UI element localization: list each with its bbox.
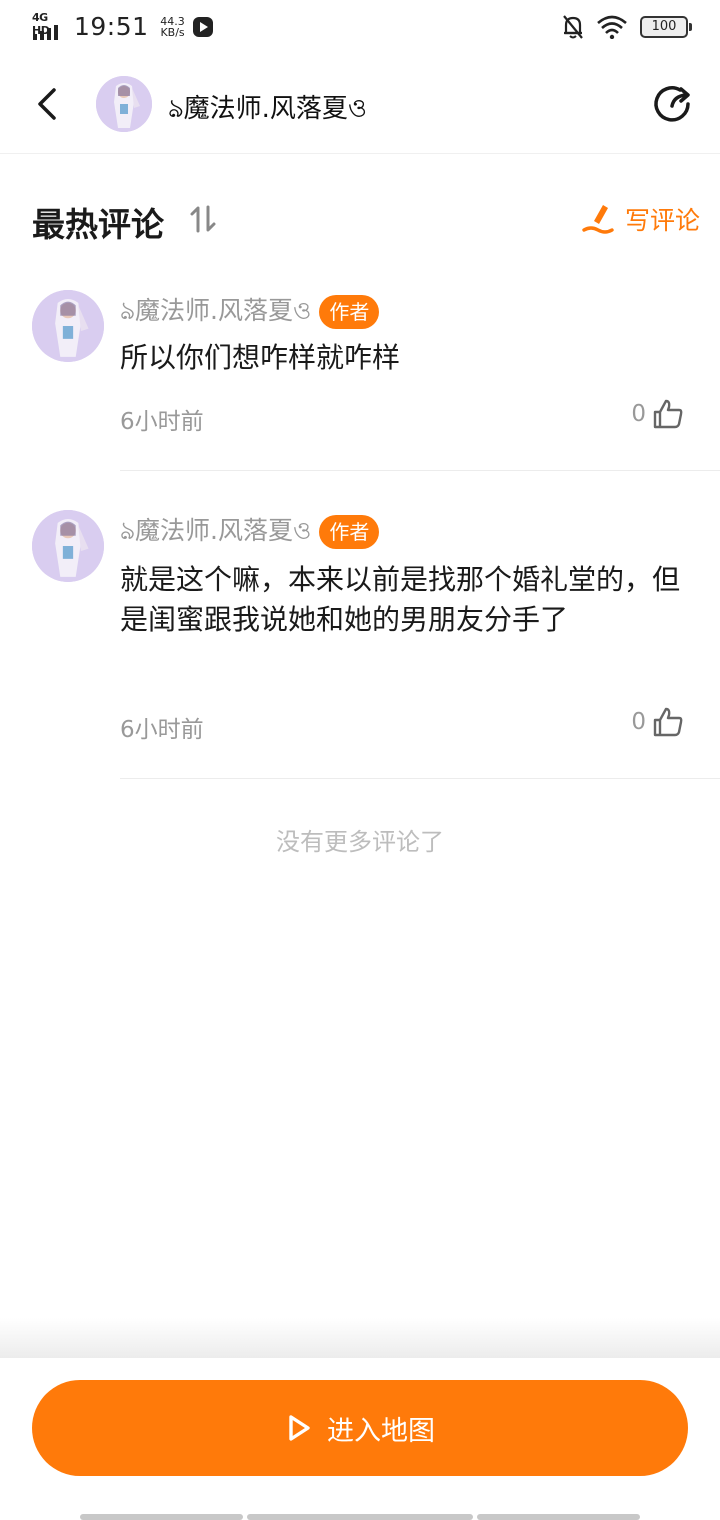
like-count: 0	[631, 709, 646, 735]
enter-map-button[interactable]: 进入地图	[32, 1380, 688, 1476]
back-arrow-icon[interactable]	[26, 82, 70, 126]
sort-icon[interactable]	[188, 205, 218, 233]
silent-bell-icon	[563, 15, 583, 39]
section-title: 最热评论	[32, 205, 164, 244]
bottom-shadow	[0, 1318, 720, 1360]
author-badge: 作者	[319, 515, 380, 549]
status-time: 19:51	[74, 12, 149, 41]
pen-icon	[582, 205, 614, 234]
divider	[120, 778, 720, 779]
bottom-panel: 进入地图	[0, 1358, 720, 1520]
nav-hint-bar	[477, 1514, 640, 1520]
author-avatar[interactable]	[96, 76, 152, 132]
comment-text[interactable]: 就是这个嘛，本来以前是找那个婚礼堂的，但是闺蜜跟我说她和她的男朋友分手了	[120, 560, 690, 640]
author-badge: 作者	[319, 295, 380, 329]
comment-time: 6小时前	[120, 409, 204, 435]
like-button[interactable]: 0	[631, 706, 684, 738]
wifi-icon	[597, 15, 627, 39]
author-name: ঌ魔法师.风落夏ও	[168, 94, 368, 124]
comment-text[interactable]: 所以你们想咋样就咋样	[120, 338, 690, 378]
share-icon[interactable]	[650, 82, 694, 126]
like-count: 0	[631, 401, 646, 427]
battery-icon: 100	[640, 16, 692, 38]
screen-record-icon	[192, 16, 213, 37]
network-speed: 44.3 KB/s	[160, 14, 185, 39]
write-comment-button[interactable]: 写评论	[581, 198, 700, 240]
comment-author[interactable]: ঌ魔法师.风落夏ও	[120, 511, 311, 554]
comment-time: 6小时前	[120, 717, 204, 743]
play-icon	[289, 1415, 310, 1441]
signal-icon: 4G HD	[32, 11, 66, 41]
comment-avatar[interactable]	[32, 510, 104, 582]
like-icon	[653, 399, 683, 429]
no-more-comments: 没有更多评论了	[276, 828, 444, 856]
nav-hint-bar	[80, 1514, 243, 1520]
top-bar: ঌ魔法师.风落夏ও	[0, 56, 720, 154]
comment-avatar[interactable]	[32, 290, 104, 362]
write-comment-label: 写评论	[624, 206, 700, 235]
like-icon	[653, 707, 683, 737]
divider	[120, 470, 720, 471]
status-bar: 4G HD 19:51 44.3 KB/s 100	[0, 0, 720, 56]
nav-hint-bar	[247, 1514, 473, 1520]
comment-author[interactable]: ঌ魔法师.风落夏ও	[120, 291, 311, 334]
enter-map-label: 进入地图	[327, 1415, 435, 1447]
like-button[interactable]: 0	[631, 398, 684, 430]
